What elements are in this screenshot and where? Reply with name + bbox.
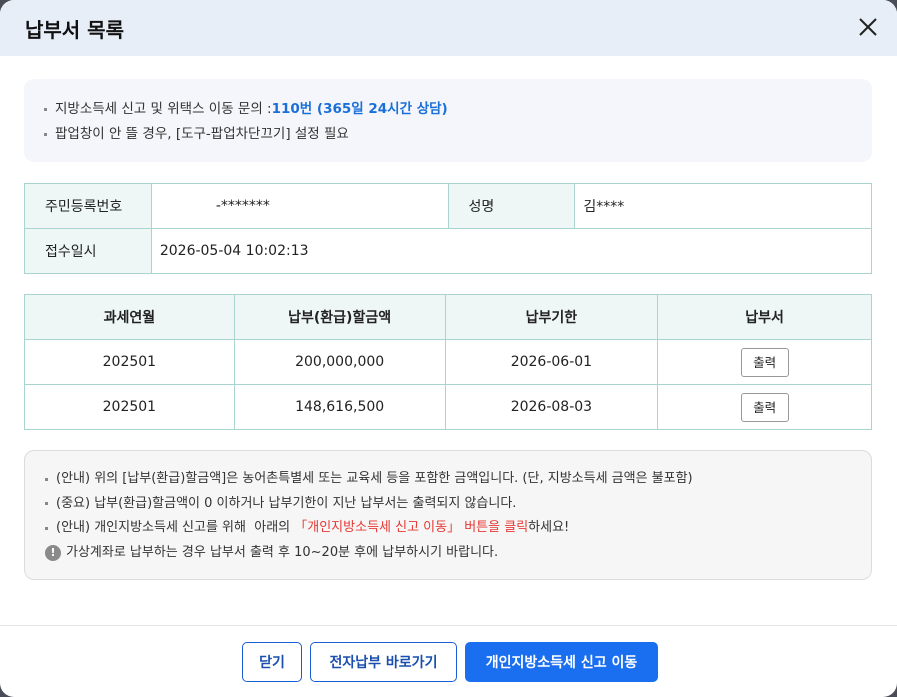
receipt-date-value: 2026-05-04 10:02:13 — [150, 228, 873, 274]
bullet-icon — [45, 502, 48, 506]
notice-top-line-1: 지방소득세 신고 및 위택스 이동 문의 : 110번 (365일 24시간 상… — [44, 97, 872, 122]
epay-shortcut-button[interactable]: 전자납부 바로가기 — [310, 642, 457, 682]
notice-bottom: (안내) 위의 [납부(환급)할금액]은 농어촌특별세 또는 교육세 등을 포함… — [24, 450, 872, 580]
warning-icon: ! — [45, 544, 61, 561]
payment-slip-modal: 납부서 목록 지방소득세 신고 및 위택스 이동 문의 : 110번 (365일… — [0, 0, 897, 697]
column-header-period: 과세연월 — [24, 294, 235, 340]
print-button[interactable]: 출력 — [740, 392, 789, 422]
modal-title: 납부서 목록 — [25, 17, 124, 42]
footer-divider — [0, 625, 897, 626]
close-icon[interactable] — [855, 14, 881, 40]
cell-period: 202501 — [24, 339, 235, 385]
notice-bottom-line-4: ! 가상계좌로 납부하는 경우 납부서 출력 후 10~20분 후에 납부하시기… — [45, 541, 871, 566]
notice-bottom-line-3: (안내) 개인지방소득세 신고를 위해 아래의 「개인지방소득세 신고 이동」 … — [45, 516, 871, 541]
cell-period: 202501 — [24, 384, 235, 430]
payment-slip-table: 과세연월 납부(환급)할금액 납부기한 납부서 202501 200,000,0… — [24, 294, 872, 430]
move-button-highlight: 「개인지방소득세 신고 이동」 버튼을 클릭 — [294, 520, 529, 535]
modal-header: 납부서 목록 — [0, 0, 897, 56]
bullet-icon — [44, 133, 47, 136]
notice-bottom-line-2: (중요) 납부(환급)할금액이 0 이하거나 납부기한이 지난 납부서는 출력되… — [45, 492, 871, 517]
cell-due: 2026-08-03 — [444, 384, 659, 430]
name-value: 김**** — [574, 183, 872, 229]
notice-text: (중요) 납부(환급)할금액이 0 이하거나 납부기한이 지난 납부서는 출력되… — [56, 495, 517, 511]
cell-due: 2026-06-01 — [444, 339, 659, 385]
notice-bottom-line-1: (안내) 위의 [납부(환급)할금액]은 농어촌특별세 또는 교육세 등을 포함… — [45, 467, 871, 492]
name-label: 성명 — [447, 183, 576, 229]
column-header-slip: 납부서 — [657, 294, 872, 340]
print-button[interactable]: 출력 — [740, 347, 789, 377]
local-income-tax-report-button[interactable]: 개인지방소득세 신고 이동 — [465, 642, 658, 682]
bullet-icon — [45, 477, 48, 481]
notice-text: (안내) 위의 [납부(환급)할금액]은 농어촌특별세 또는 교육세 등을 포함… — [56, 471, 693, 486]
notice-text: 지방소득세 신고 및 위택스 이동 문의 : — [55, 101, 272, 117]
rrn-label: 주민등록번호 — [24, 183, 152, 229]
phone-highlight: 110번 (365일 24시간 상담) — [271, 101, 448, 117]
notice-top: 지방소득세 신고 및 위택스 이동 문의 : 110번 (365일 24시간 상… — [24, 79, 872, 162]
receipt-date-label: 접수일시 — [24, 228, 152, 274]
table-row: 202501 148,616,500 2026-08-03 출력 — [24, 384, 872, 430]
column-header-due: 납부기한 — [444, 294, 659, 340]
rrn-value: -******* — [150, 183, 449, 229]
cell-action: 출력 — [657, 339, 872, 385]
cell-amount: 148,616,500 — [233, 384, 446, 430]
notice-text: 가상계좌로 납부하는 경우 납부서 출력 후 10~20분 후에 납부하시기 바… — [66, 544, 499, 560]
table-header-row: 과세연월 납부(환급)할금액 납부기한 납부서 — [24, 294, 872, 340]
notice-top-line-2: 팝업창이 안 뜰 경우, [도구-팝업차단끄기] 설정 필요 — [44, 122, 872, 147]
cell-amount: 200,000,000 — [233, 339, 446, 385]
bullet-icon — [44, 108, 47, 111]
taxpayer-info-table: 주민등록번호 -******* 성명 김**** 접수일시 2026-05-04… — [24, 183, 873, 274]
notice-text: 하세요! — [528, 520, 570, 535]
table-row: 202501 200,000,000 2026-06-01 출력 — [24, 339, 872, 385]
notice-text: 팝업창이 안 뜰 경우, [도구-팝업차단끄기] 설정 필요 — [55, 126, 349, 142]
column-header-amount: 납부(환급)할금액 — [233, 294, 446, 340]
cell-action: 출력 — [657, 384, 872, 430]
notice-text: (안내) 개인지방소득세 신고를 위해 아래의 — [56, 520, 295, 535]
bullet-icon — [45, 526, 48, 530]
close-button[interactable]: 닫기 — [242, 642, 302, 682]
